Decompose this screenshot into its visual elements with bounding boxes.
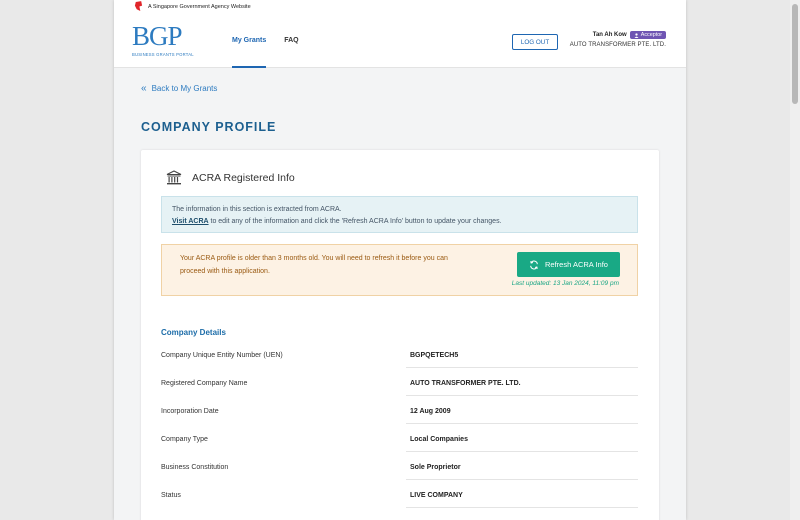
page-container: A Singapore Government Agency Website BG… [114, 0, 686, 520]
visit-acra-link[interactable]: Visit ACRA [172, 218, 209, 225]
page-title: COMPANY PROFILE [141, 120, 277, 134]
row-divider [406, 507, 638, 508]
page-scrollbar[interactable] [790, 0, 800, 520]
row-divider [406, 367, 638, 368]
back-link-label: Back to My Grants [151, 84, 218, 93]
last-updated-text: Last updated: 13 Jan 2024, 11:09 pm [511, 280, 619, 287]
bank-building-icon [166, 170, 182, 185]
detail-label: Business Constitution [161, 464, 229, 471]
refresh-icon [530, 260, 538, 269]
detail-value: AUTO TRANSFORMER PTE. LTD. [410, 380, 521, 387]
detail-row-incorporation-date: Incorporation Date 12 Aug 2009 [161, 406, 638, 424]
detail-value: LIVE COMPANY [410, 492, 463, 499]
main-nav: My Grants FAQ [232, 14, 317, 68]
lion-head-icon [134, 1, 143, 11]
row-divider [406, 479, 638, 480]
refresh-button-label: Refresh ACRA Info [545, 260, 608, 269]
info-line-1: The information in this section is extra… [172, 206, 342, 213]
detail-value: Sole Proprietor [410, 464, 461, 471]
detail-value: BGPQETECH5 [410, 352, 459, 359]
role-badge-label: Acceptor [640, 32, 662, 38]
user-name: Tan Ah Kow [592, 32, 627, 38]
user-company: AUTO TRANSFORMER PTE. LTD. [569, 42, 666, 48]
acra-section-title: ACRA Registered Info [192, 172, 295, 184]
logo-subtitle: BUSINESS GRANTS PORTAL [132, 52, 194, 57]
user-info: Tan Ah Kow Acceptor AUTO TRANSFORMER PTE… [570, 31, 666, 48]
refresh-acra-info-button[interactable]: Refresh ACRA Info [517, 252, 620, 277]
acra-card: ACRA Registered Info The information in … [141, 150, 659, 520]
double-chevron-left-icon: « [141, 82, 147, 94]
government-masthead: A Singapore Government Agency Website [114, 0, 686, 14]
detail-label: Company Unique Entity Number (UEN) [161, 352, 283, 359]
back-to-my-grants-link[interactable]: « Back to My Grants [141, 82, 218, 94]
detail-label: Incorporation Date [161, 408, 219, 415]
detail-label: Registered Company Name [161, 380, 248, 387]
detail-row-company-name: Registered Company Name AUTO TRANSFORMER… [161, 378, 638, 396]
site-header: BGP BUSINESS GRANTS PORTAL My Grants FAQ… [114, 14, 686, 68]
detail-label: Status [161, 492, 181, 499]
warning-message: Your ACRA profile is older than 3 months… [180, 255, 448, 275]
info-line-2-text: to edit any of the information and click… [208, 218, 502, 225]
acra-outdated-warning: Your ACRA profile is older than 3 months… [161, 244, 638, 296]
info-line-2: Visit ACRA to edit any of the informatio… [172, 216, 627, 228]
acra-section-header: ACRA Registered Info [166, 170, 295, 186]
detail-row-business-constitution: Business Constitution Sole Proprietor [161, 462, 638, 480]
company-details-title: Company Details [161, 328, 226, 337]
detail-row-company-type: Company Type Local Companies [161, 434, 638, 452]
person-icon [634, 32, 639, 38]
detail-row-status: Status LIVE COMPANY [161, 490, 638, 508]
row-divider [406, 423, 638, 424]
acra-info-notice: The information in this section is extra… [161, 196, 638, 233]
nav-my-grants[interactable]: My Grants [232, 14, 267, 68]
scrollbar-thumb[interactable] [792, 4, 798, 104]
detail-value: 12 Aug 2009 [410, 408, 451, 415]
row-divider [406, 451, 638, 452]
row-divider [406, 395, 638, 396]
masthead-text: A Singapore Government Agency Website [148, 4, 251, 10]
detail-value: Local Companies [410, 436, 468, 443]
bgp-logo[interactable]: BGP BUSINESS GRANTS PORTAL [132, 22, 202, 62]
logout-button[interactable]: LOG OUT [512, 34, 558, 50]
detail-row-uen: Company Unique Entity Number (UEN) BGPQE… [161, 350, 638, 368]
nav-faq[interactable]: FAQ [284, 14, 298, 68]
detail-label: Company Type [161, 436, 208, 443]
role-badge: Acceptor [629, 31, 666, 39]
logo-mark: BGP [132, 21, 183, 51]
